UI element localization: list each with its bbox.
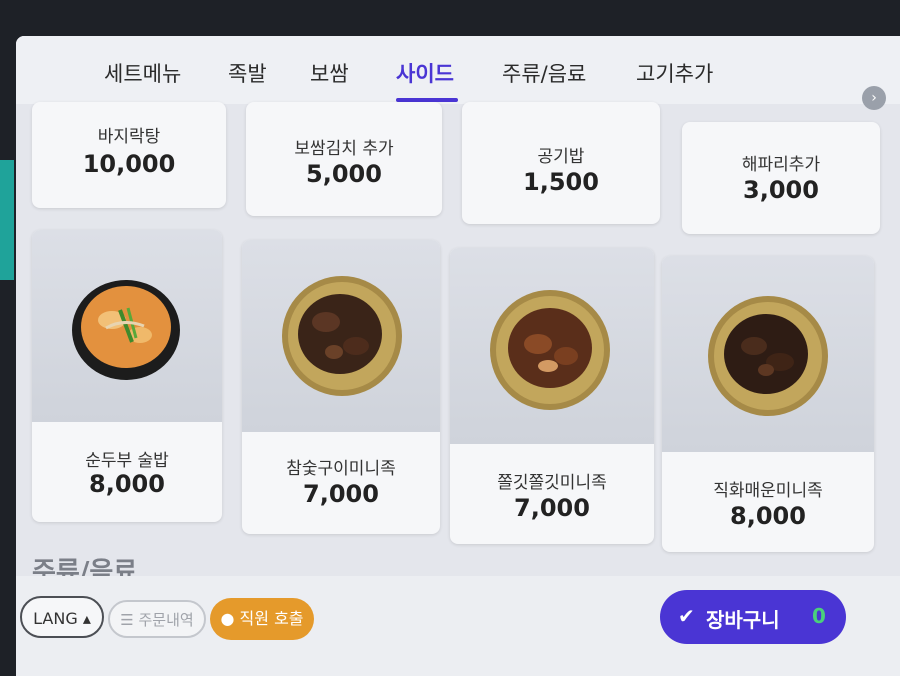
- tab-side[interactable]: 사이드: [396, 58, 454, 88]
- menu-item-card[interactable]: 보쌈김치 추가 5,000: [246, 102, 442, 216]
- menu-item-card[interactable]: 쫄깃쫄깃미니족 7,000: [450, 248, 654, 544]
- tab-drinks[interactable]: 주류/음료: [502, 58, 586, 88]
- category-tabs: 세트메뉴 족발 보쌈 사이드 주류/음료 고기추가 ›: [16, 36, 900, 110]
- menu-item-name: 직화매운미니족: [713, 481, 823, 501]
- menu-item-name: 바지락탕: [97, 127, 161, 147]
- menu-item-name: 참숯구이미니족: [286, 459, 396, 479]
- food-photo-charcoal-mini-jok: [242, 240, 440, 432]
- food-photo-spicy-mini-jok: [662, 256, 874, 452]
- menu-item-price: 8,000: [89, 470, 165, 498]
- cart-label: 장바구니: [706, 608, 780, 632]
- menu-item-name: 순두부 술밥: [85, 451, 169, 471]
- menu-item-card[interactable]: 직화매운미니족 8,000: [662, 256, 874, 552]
- chevron-right-icon[interactable]: ›: [862, 86, 886, 110]
- menu-item-price: 1,500: [523, 168, 599, 196]
- menu-item-card[interactable]: 해파리추가 3,000: [682, 122, 880, 234]
- food-photo-chewy-mini-jok: [450, 248, 654, 444]
- menu-item-price: 10,000: [82, 150, 176, 178]
- menu-item-name: 쫄깃쫄깃미니족: [497, 473, 607, 493]
- call-staff-button[interactable]: ● 직원 호출: [210, 598, 314, 640]
- menu-item-card[interactable]: 공기밥 1,500: [462, 102, 660, 224]
- tab-jokbal[interactable]: 족발: [228, 58, 267, 88]
- order-history-button[interactable]: ☰ 주문내역: [108, 600, 206, 638]
- food-photo-tofu-stew: [32, 230, 222, 422]
- cart-count-badge: 0: [812, 604, 826, 628]
- call-staff-label: 직원 호출: [239, 609, 304, 628]
- check-icon: ✔: [678, 604, 695, 628]
- menu-item-price: 8,000: [730, 502, 806, 530]
- menu-item-name: 보쌈김치 추가: [294, 139, 394, 159]
- tab-set-menu[interactable]: 세트메뉴: [104, 58, 181, 88]
- menu-item-price: 7,000: [303, 480, 379, 508]
- background-edge: [0, 160, 14, 280]
- cart-button[interactable]: ✔ 장바구니 0: [660, 590, 846, 644]
- menu-item-price: 7,000: [514, 494, 590, 522]
- menu-item-card[interactable]: 순두부 술밥 8,000: [32, 230, 222, 522]
- menu-item-price: 5,000: [306, 160, 382, 188]
- person-icon: ●: [220, 609, 235, 628]
- tab-bossam[interactable]: 보쌈: [310, 58, 349, 88]
- menu-item-price: 3,000: [743, 176, 819, 204]
- menu-item-name: 공기밥: [537, 147, 585, 167]
- menu-item-name: 해파리추가: [741, 155, 821, 175]
- tab-extra-meat[interactable]: 고기추가: [636, 58, 713, 88]
- kiosk-screen: 세트메뉴 족발 보쌈 사이드 주류/음료 고기추가 › 바지락탕 10,000 …: [16, 36, 900, 676]
- language-button[interactable]: LANG ▴: [20, 596, 104, 638]
- menu-item-card[interactable]: 참숯구이미니족 7,000: [242, 240, 440, 534]
- menu-item-card[interactable]: 바지락탕 10,000: [32, 102, 226, 208]
